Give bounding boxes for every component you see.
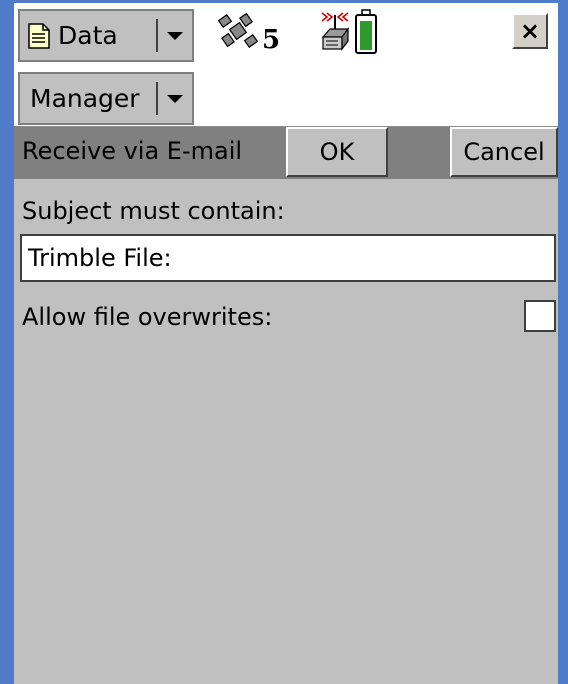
- section-menu-dropdown[interactable]: Manager: [18, 72, 194, 125]
- app-window: Data 5 × Manager Receive via E-mail OK C…: [0, 0, 568, 684]
- app-menu-dropdown[interactable]: Data: [18, 9, 194, 62]
- chevron-down-icon: [158, 94, 192, 103]
- ok-button[interactable]: OK: [286, 127, 388, 177]
- close-button[interactable]: ×: [512, 13, 548, 49]
- cancel-button[interactable]: Cancel: [450, 127, 558, 177]
- dialog-header: Receive via E-mail OK Cancel: [14, 127, 558, 179]
- chevron-down-icon: [158, 31, 192, 40]
- top-toolbar: Data 5 ×: [14, 3, 558, 69]
- section-bar: Manager: [14, 68, 558, 127]
- satellite-icon: [217, 12, 259, 48]
- app-menu-label: Data: [58, 21, 118, 50]
- receiver-status[interactable]: [318, 9, 352, 53]
- section-menu-label: Manager: [30, 84, 140, 113]
- satellite-status[interactable]: 5: [216, 11, 280, 55]
- overwrite-label: Allow file overwrites:: [22, 303, 273, 331]
- subject-label: Subject must contain:: [22, 197, 285, 225]
- dialog-title: Receive via E-mail: [22, 137, 243, 165]
- document-icon: [28, 22, 50, 49]
- battery-status[interactable]: [354, 9, 378, 55]
- battery-icon: [355, 9, 377, 54]
- overwrite-checkbox[interactable]: [524, 300, 556, 332]
- satellite-count: 5: [262, 25, 281, 55]
- subject-input[interactable]: Trimble File:: [20, 234, 556, 282]
- receiver-antenna-icon: [321, 12, 350, 51]
